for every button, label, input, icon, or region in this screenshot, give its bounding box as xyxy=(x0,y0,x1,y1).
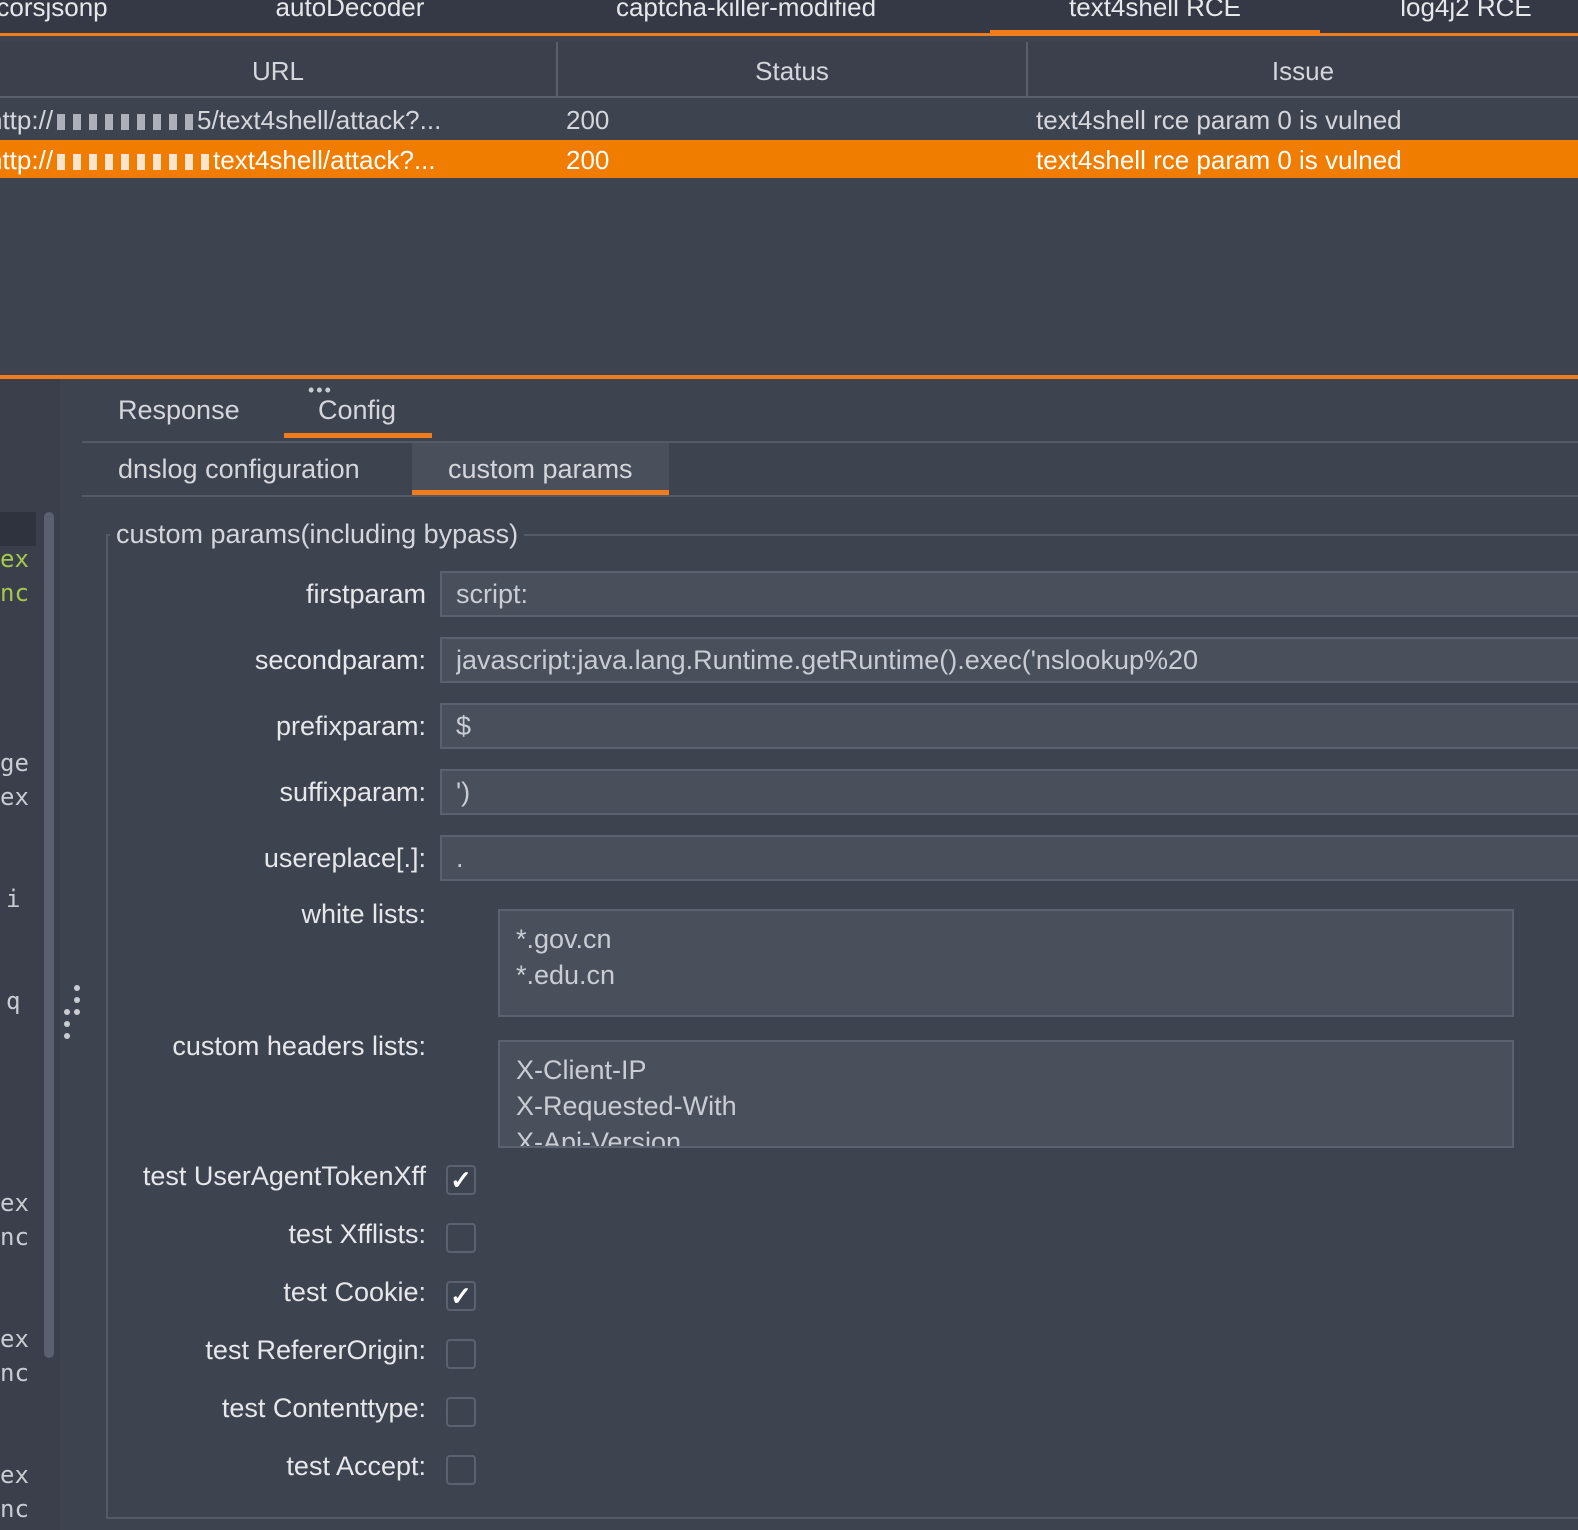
url-cell: http:// 5/text4shell/attack?... xyxy=(0,100,548,140)
tab-config[interactable]: Config xyxy=(283,395,433,438)
test-contenttype-checkbox[interactable] xyxy=(446,1397,476,1427)
redacted-host xyxy=(57,154,66,171)
list-item: *.edu.cn xyxy=(516,960,616,990)
url-path: 5/text4shell/attack?... xyxy=(197,105,442,135)
list-item: X-Client-IP xyxy=(516,1055,647,1085)
table-empty-area xyxy=(0,178,1578,376)
code-fragment: ex xyxy=(0,545,29,573)
code-fragment: ex xyxy=(0,1189,29,1217)
issue-cell: text4shell rce param 0 is vulned xyxy=(1036,145,1402,175)
test-useragenttokenxff-label: test UserAgentTokenXff xyxy=(142,1161,426,1191)
prefixparam-label: prefixparam: xyxy=(275,711,426,741)
code-fragment: q xyxy=(6,987,21,1015)
column-header-status[interactable]: Status xyxy=(558,42,1028,98)
test-cookie-label: test Cookie: xyxy=(283,1277,426,1307)
redacted-host xyxy=(73,154,82,171)
tab-corsjsonp[interactable]: corsjsonp xyxy=(0,0,122,32)
redacted-host xyxy=(201,154,210,171)
firstparam-input[interactable] xyxy=(440,571,1578,617)
results-table-header: URL Status Issue xyxy=(0,42,1578,98)
code-fragment: ex xyxy=(0,783,29,811)
url-cell: http:// text4shell/attack?... xyxy=(0,140,548,180)
test-useragenttokenxff-checkbox[interactable]: ✓ xyxy=(446,1165,476,1195)
code-fragment: nc xyxy=(0,1359,29,1387)
code-fragment: i xyxy=(6,885,21,913)
white-lists-textarea[interactable]: *.gov.cn *.edu.cn xyxy=(498,909,1514,1017)
test-accept-label: test Accept: xyxy=(286,1451,426,1481)
usereplace-label: usereplace[.]: xyxy=(263,843,426,873)
column-header-issue[interactable]: Issue xyxy=(1028,42,1578,98)
code-fragment: nc xyxy=(0,1223,29,1251)
tab-custom-params[interactable]: custom params xyxy=(412,443,669,495)
redacted-host xyxy=(185,114,194,131)
line-highlight xyxy=(0,512,36,546)
redacted-host xyxy=(121,154,130,171)
tab-response[interactable]: Response xyxy=(118,395,240,426)
white-lists-label: white lists: xyxy=(301,899,426,929)
redacted-host xyxy=(73,114,82,131)
redacted-host xyxy=(121,114,130,131)
code-fragment: ge xyxy=(0,749,29,777)
code-fragment: nc xyxy=(0,1495,29,1523)
status-cell: 200 xyxy=(566,145,610,175)
extension-tab-bar: corsjsonp autoDecoder captcha-killer-mod… xyxy=(0,0,1578,36)
custom-headers-label: custom headers lists: xyxy=(172,1031,426,1061)
redacted-host xyxy=(57,114,66,131)
response-config-tabs: Response Config xyxy=(82,379,1578,443)
code-fragment: ex xyxy=(0,1325,29,1353)
test-refererorigin-checkbox[interactable] xyxy=(446,1339,476,1369)
secondparam-input[interactable] xyxy=(440,637,1578,683)
redacted-host xyxy=(137,114,146,131)
test-cookie-checkbox[interactable]: ✓ xyxy=(446,1281,476,1311)
list-item: *.gov.cn xyxy=(516,924,612,954)
redacted-host xyxy=(153,114,162,131)
config-pane: Response Config dnslog configuration cus… xyxy=(82,379,1578,1530)
tab-text4shell-rce[interactable]: text4shell RCE xyxy=(990,0,1320,36)
tab-autodecoder[interactable]: autoDecoder xyxy=(260,0,440,32)
vertical-splitter-handle-icon[interactable] xyxy=(60,985,84,1055)
custom-headers-textarea[interactable]: X-Client-IP X-Requested-With X-Api-Versi… xyxy=(498,1040,1514,1148)
redacted-host xyxy=(89,114,98,131)
url-prefix: http:// xyxy=(0,105,54,135)
redacted-host xyxy=(89,154,98,171)
issue-cell: text4shell rce param 0 is vulned xyxy=(1036,105,1402,135)
test-contenttype-label: test Contenttype: xyxy=(221,1393,426,1423)
tab-dnslog-configuration[interactable]: dnslog configuration xyxy=(118,443,360,495)
url-prefix: http:// xyxy=(0,145,54,175)
left-code-pane: ex nc ge ex i q ex nc ex nc ex nc xyxy=(0,379,60,1530)
redacted-host xyxy=(169,114,178,131)
redacted-host xyxy=(137,154,146,171)
list-item: X-Api-Version xyxy=(516,1127,682,1148)
redacted-host xyxy=(105,114,114,131)
test-xfflists-label: test Xfflists: xyxy=(288,1219,426,1249)
code-fragment: ex xyxy=(0,1461,29,1489)
redacted-host xyxy=(185,154,194,171)
table-row-selected[interactable]: http:// text4shell/attack?... 200 text4sh… xyxy=(0,140,1578,180)
config-sub-tabs: dnslog configuration custom params xyxy=(82,443,1578,497)
usereplace-input[interactable] xyxy=(440,835,1578,881)
secondparam-label: secondparam: xyxy=(254,645,426,675)
test-xfflists-checkbox[interactable] xyxy=(446,1223,476,1253)
firstparam-label: firstparam xyxy=(305,579,426,609)
list-item: X-Requested-With xyxy=(516,1091,737,1121)
test-accept-checkbox[interactable] xyxy=(446,1455,476,1485)
redacted-host xyxy=(105,154,114,171)
tab-log4j2-rce[interactable]: log4j2 RCE xyxy=(1386,0,1546,32)
redacted-host xyxy=(153,154,162,171)
prefixparam-input[interactable] xyxy=(440,703,1578,749)
column-header-url[interactable]: URL xyxy=(0,42,558,98)
left-scrollbar[interactable] xyxy=(44,512,54,1358)
url-path: text4shell/attack?... xyxy=(213,145,436,175)
group-title: custom params(including bypass) xyxy=(116,519,519,549)
test-refererorigin-label: test RefererOrigin: xyxy=(205,1335,426,1365)
app-root: corsjsonp autoDecoder captcha-killer-mod… xyxy=(0,0,1578,1530)
table-row[interactable]: http:// 5/text4shell/attack?... 200 text4… xyxy=(0,100,1578,140)
code-fragment: nc xyxy=(0,579,29,607)
redacted-host xyxy=(169,154,178,171)
suffixparam-label: suffixparam: xyxy=(279,777,426,807)
status-cell: 200 xyxy=(566,105,610,135)
tab-captcha-killer-modified[interactable]: captcha-killer-modified xyxy=(596,0,896,32)
suffixparam-input[interactable] xyxy=(440,769,1578,815)
